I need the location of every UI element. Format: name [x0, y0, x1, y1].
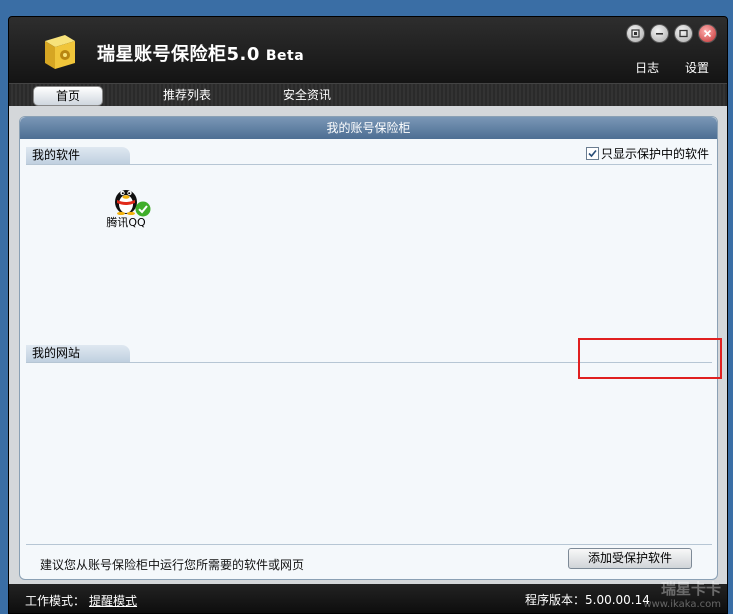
- work-mode-link[interactable]: 提醒模式: [89, 594, 137, 608]
- bottom-divider: [26, 544, 712, 545]
- program-version: 程序版本：5.00.00.14: [525, 593, 650, 607]
- only-protected-label: 只显示保护中的软件: [600, 147, 709, 161]
- tab-home[interactable]: 首页: [33, 86, 103, 106]
- watermark-url: www.ikaka.com: [643, 599, 721, 610]
- watermark: 瑞星卡卡 www.ikaka.com: [643, 582, 721, 612]
- app-item-qq[interactable]: 腾讯QQ: [96, 183, 156, 230]
- settings-link[interactable]: 设置: [685, 61, 709, 75]
- minimize-icon: [656, 33, 663, 35]
- app-window: 瑞星账号保险柜5.0 Beta 日志 设置 首页 推荐列表 安全资讯 我的账号保…: [8, 16, 728, 614]
- hint-text: 建议您从账号保险柜中运行您所需要的软件或网页: [40, 558, 305, 572]
- close-icon: [703, 29, 712, 38]
- top-links: 日志 设置: [613, 59, 709, 76]
- safe-logo-icon: [45, 35, 75, 69]
- skin-button[interactable]: [626, 24, 645, 43]
- work-mode-label: 工作模式：: [25, 594, 86, 608]
- nav-bar: 首页 推荐列表 安全资讯: [9, 83, 727, 107]
- tab-security-news[interactable]: 安全资讯: [267, 86, 347, 104]
- panel-title: 我的账号保险柜: [20, 117, 717, 139]
- content-area: 我的账号保险柜 我的软件 只显示保护中的软件 腾讯QQ 我的网站 建议您从账号保…: [9, 106, 727, 584]
- title-bar[interactable]: 瑞星账号保险柜5.0 Beta 日志 设置: [9, 17, 727, 83]
- minimize-button[interactable]: [650, 24, 669, 43]
- add-protected-software-button[interactable]: 添加受保护软件: [568, 548, 692, 569]
- app-beta-label: Beta: [265, 48, 305, 64]
- window-controls: [626, 24, 717, 43]
- app-title-text: 瑞星账号保险柜5.0: [97, 44, 260, 65]
- maximize-button[interactable]: [674, 24, 693, 43]
- checkmark-icon: [588, 149, 597, 158]
- close-button[interactable]: [698, 24, 717, 43]
- section-divider: [26, 164, 712, 165]
- status-bar: 工作模式： 提醒模式 程序版本：5.00.00.14 瑞星卡卡 www.ikaka…: [9, 582, 727, 613]
- app-title: 瑞星账号保险柜5.0 Beta: [97, 40, 304, 66]
- only-protected-checkbox[interactable]: [585, 147, 599, 160]
- tab-recommend-list[interactable]: 推荐列表: [149, 86, 225, 104]
- software-section-tab: 我的软件: [26, 147, 130, 164]
- maximize-icon: [679, 29, 688, 38]
- highlight-annotation-box: [578, 338, 722, 379]
- skin-icon: [631, 29, 640, 38]
- website-section-tab: 我的网站: [26, 345, 130, 362]
- protected-check-icon: [135, 201, 151, 217]
- watermark-brand: 瑞星卡卡: [660, 580, 721, 598]
- vault-panel: 我的账号保险柜 我的软件 只显示保护中的软件 腾讯QQ 我的网站 建议您从账号保…: [19, 116, 722, 580]
- work-mode: 工作模式： 提醒模式: [25, 592, 137, 609]
- only-protected-filter[interactable]: 只显示保护中的软件: [585, 145, 709, 162]
- log-link[interactable]: 日志: [635, 61, 659, 75]
